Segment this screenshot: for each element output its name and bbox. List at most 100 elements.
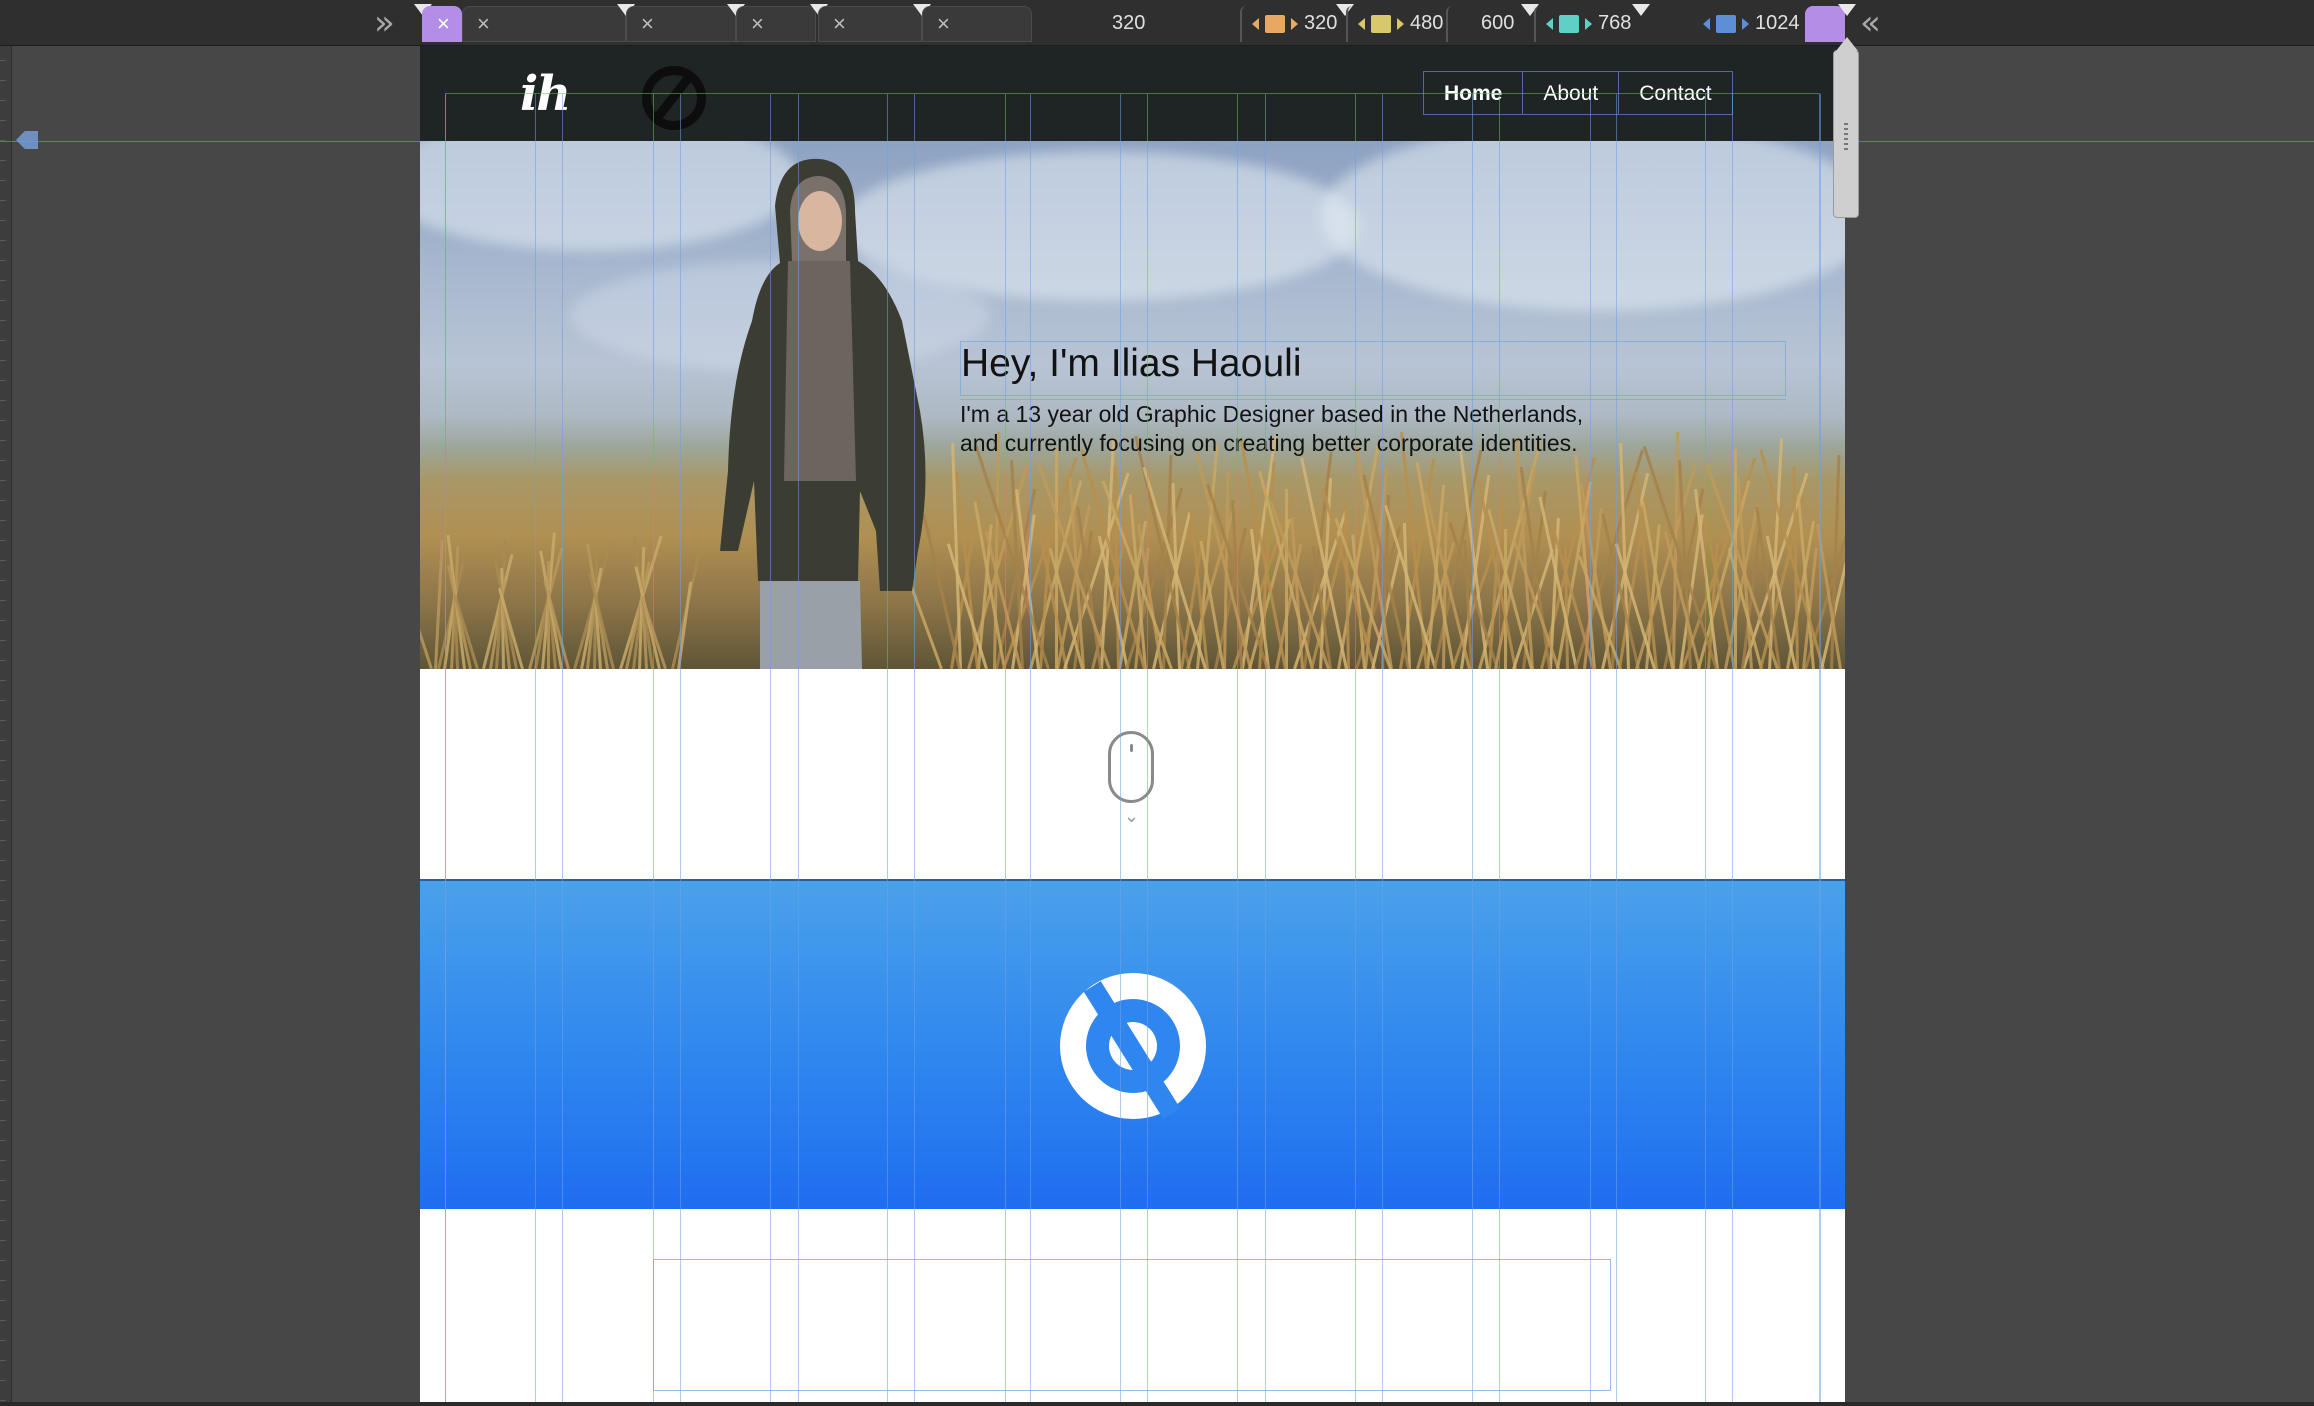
- ruler-tick: [0, 1220, 6, 1221]
- collapse-right-icon[interactable]: «: [1860, 6, 1881, 40]
- caret-right-icon: [1585, 17, 1592, 30]
- brand-badge-icon: [1060, 973, 1206, 1119]
- brand-mark-icon: [642, 66, 706, 130]
- ruler-tick: [0, 700, 6, 701]
- close-icon[interactable]: ×: [463, 11, 504, 37]
- breakpoint-value: 1024: [1755, 12, 1800, 34]
- ruler-tick: [0, 600, 6, 601]
- ruler-tick: [0, 1060, 6, 1061]
- close-icon[interactable]: ×: [423, 11, 464, 37]
- ruler-tick: [0, 880, 6, 881]
- ruler-tick: [0, 1340, 6, 1341]
- canvas-resize-handle[interactable]: [1833, 37, 1859, 218]
- breakpoint-tab[interactable]: ×: [736, 6, 816, 42]
- ruler-tick: [0, 1380, 6, 1381]
- ruler-tick: [0, 180, 6, 181]
- ruler-tick: [0, 1080, 6, 1081]
- breakpoint-480[interactable]: 480: [1358, 12, 1443, 35]
- ruler-tick: [0, 800, 6, 801]
- breakpoints-toolbar: » × × × × × × 320 320 480 600 768 1024 «: [0, 0, 2314, 46]
- breakpoint-tab[interactable]: ×: [462, 6, 626, 42]
- breakpoint-divider: [1346, 6, 1352, 42]
- caret-left-icon: [1703, 17, 1710, 30]
- ruler-tick: [0, 960, 6, 961]
- ruler-tick: [0, 1100, 6, 1101]
- content-placeholder[interactable]: [653, 1259, 1611, 1391]
- ruler-tick: [0, 680, 6, 681]
- ruler-tick: [0, 660, 6, 661]
- collapse-left-icon[interactable]: »: [374, 6, 395, 40]
- breakpoint-1024[interactable]: 1024: [1703, 12, 1800, 35]
- nav-home[interactable]: Home: [1424, 72, 1524, 114]
- ruler-tick: [0, 420, 6, 421]
- ruler-tick: [0, 1000, 6, 1001]
- breakpoint-tab-active[interactable]: ×: [422, 6, 462, 42]
- caret-left-icon: [1252, 17, 1259, 30]
- ruler-tick: [0, 1140, 6, 1141]
- site-logo[interactable]: ih: [520, 66, 571, 122]
- ruler-tick: [0, 1300, 6, 1301]
- nav-about[interactable]: About: [1523, 72, 1620, 114]
- hero-subtitle[interactable]: I'm a 13 year old Graphic Designer based…: [960, 399, 1786, 459]
- nav-contact[interactable]: Contact: [1619, 72, 1731, 114]
- page-canvas[interactable]: ih Home About Contact Hey, I'm Ilias Hao…: [420, 46, 1845, 1406]
- close-icon[interactable]: ×: [819, 11, 860, 37]
- color-swatch: [1559, 14, 1579, 33]
- ruler-tick: [0, 160, 6, 161]
- guide-marker-handle[interactable]: [16, 131, 38, 149]
- ruler-tick: [0, 1040, 6, 1041]
- ruler-tick: [0, 460, 6, 461]
- breakpoint-marker[interactable]: [1838, 4, 1856, 16]
- ruler-tick: [0, 540, 6, 541]
- breakpoint-tab[interactable]: ×: [626, 6, 736, 42]
- ruler-tick: [0, 200, 6, 201]
- app-window: » × × × × × × 320 320 480 600 768 1024 «…: [0, 0, 2314, 1406]
- breakpoint-label: 320: [1112, 12, 1145, 35]
- color-swatch: [1716, 14, 1736, 33]
- breakpoint-divider: [1534, 6, 1540, 42]
- ruler-tick: [0, 760, 6, 761]
- breakpoint-value: 480: [1410, 12, 1444, 34]
- ruler-tick: [0, 1320, 6, 1321]
- breakpoint-600[interactable]: 600: [1481, 12, 1514, 35]
- hero-title[interactable]: Hey, I'm Ilias Haouli: [960, 341, 1786, 396]
- ruler-tick: [0, 820, 6, 821]
- ruler-tick: [0, 780, 6, 781]
- ruler-tick: [0, 1400, 6, 1401]
- ruler-tick: [0, 320, 6, 321]
- person-photo: [720, 158, 926, 669]
- ruler-tick: [0, 1360, 6, 1361]
- close-icon[interactable]: ×: [627, 11, 668, 37]
- ruler-tick: [0, 80, 6, 81]
- caret-right-icon: [1397, 17, 1404, 30]
- breakpoint-tab[interactable]: ×: [818, 6, 922, 42]
- ruler-tick: [0, 520, 6, 521]
- breakpoint-320[interactable]: 320: [1252, 12, 1337, 35]
- breakpoint-value: 600: [1481, 12, 1515, 34]
- ruler-tick: [0, 120, 6, 121]
- caret-right-icon: [1291, 17, 1298, 30]
- close-icon[interactable]: ×: [923, 11, 964, 37]
- breakpoint-tab[interactable]: ×: [922, 6, 1032, 42]
- breakpoint-marker[interactable]: [1632, 4, 1650, 16]
- ruler-tick: [0, 100, 6, 101]
- breakpoint-value: 320: [1112, 12, 1146, 34]
- ruler-tick: [0, 740, 6, 741]
- ruler-tick: [0, 860, 6, 861]
- close-icon[interactable]: ×: [737, 11, 778, 37]
- ruler-tick: [0, 300, 6, 301]
- grass-blade: [1055, 449, 1058, 669]
- ruler-tick: [0, 900, 6, 901]
- ruler-tick: [0, 440, 6, 441]
- color-swatch: [1265, 14, 1285, 33]
- breakpoint-768[interactable]: 768: [1546, 12, 1631, 35]
- ruler-tick: [0, 340, 6, 341]
- ruler-tick: [0, 980, 6, 981]
- ruler-tick: [0, 1240, 6, 1241]
- hero-subtitle-line: I'm a 13 year old Graphic Designer based…: [960, 401, 1584, 427]
- hero-image: Hey, I'm Ilias Haouli I'm a 13 year old …: [420, 141, 1845, 669]
- ruler-tick: [0, 500, 6, 501]
- ruler-tick: [0, 920, 6, 921]
- left-ruler: [0, 0, 12, 1406]
- color-swatch: [1371, 14, 1391, 33]
